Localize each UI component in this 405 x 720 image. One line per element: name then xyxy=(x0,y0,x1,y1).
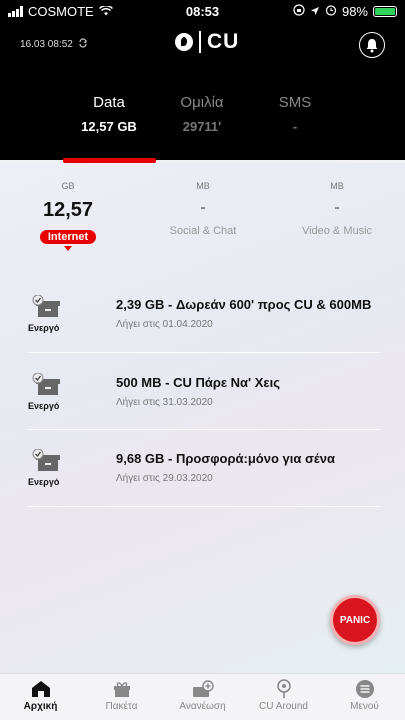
battery-icon xyxy=(373,6,397,17)
brand-logo: CU xyxy=(175,30,239,54)
offer-title: 9,68 GB - Προσφορά:μόνο για σένα xyxy=(116,451,335,466)
category-internet[interactable]: GB 12,57 Internet xyxy=(8,181,128,251)
logo-text: CU xyxy=(207,30,240,53)
usage-tabs: Data 12,57 GB Ομιλία 29711' SMS - xyxy=(0,94,405,144)
location-arrow-icon xyxy=(310,4,320,19)
tab-label: Data xyxy=(93,94,125,111)
tab-value: 12,57 GB xyxy=(81,119,137,134)
nav-item-home[interactable]: Αρχική xyxy=(0,678,81,712)
notifications-button[interactable] xyxy=(359,32,385,58)
timestamp-text: 16.03 08:52 xyxy=(20,39,73,50)
category-unit: MB xyxy=(330,181,344,191)
category-value: - xyxy=(334,199,340,216)
tab-label: SMS xyxy=(278,94,312,111)
tab-label: Ομιλία xyxy=(180,94,224,111)
offer-expiry: Λήγει στις 29.03.2020 xyxy=(116,473,213,484)
last-update: 16.03 08:52 xyxy=(20,38,88,51)
home-icon xyxy=(0,678,81,700)
category-name: Video & Music xyxy=(301,225,373,237)
category-unit: MB xyxy=(196,181,210,191)
bell-icon xyxy=(366,38,378,52)
gift-icon xyxy=(81,678,162,700)
panic-button[interactable]: PANIC xyxy=(330,595,380,645)
tab-data[interactable]: Data 12,57 GB xyxy=(59,94,159,134)
alarm-icon xyxy=(325,4,337,19)
nav-item-cu-around[interactable]: CU Around xyxy=(243,678,324,712)
package-check-icon xyxy=(32,448,62,478)
battery-percent: 98% xyxy=(341,4,368,19)
menu-icon xyxy=(324,678,405,700)
offer-status: Ενεργό xyxy=(28,401,60,411)
category-social-chat[interactable]: MB - Social & Chat xyxy=(143,181,263,239)
offer-expiry: Λήγει στις 31.03.2020 xyxy=(116,397,213,408)
location-icon xyxy=(243,678,324,700)
nav-label: CU Around xyxy=(259,701,308,712)
offer-status: Ενεργό xyxy=(28,323,60,333)
renew-icon xyxy=(162,678,243,700)
category-name: Internet xyxy=(39,230,97,251)
category-value: 12,57 xyxy=(42,199,94,221)
offer-item[interactable]: Ενεργό 9,68 GB - Προσφορά:μόνο για σένα … xyxy=(28,441,380,509)
offer-item[interactable]: Ενεργό 500 MB - CU Πάρε Να' Χεις Λήγει σ… xyxy=(28,365,380,433)
tab-sms[interactable]: SMS - xyxy=(245,94,345,134)
divider xyxy=(28,506,380,507)
package-check-icon xyxy=(32,294,62,324)
tab-voice[interactable]: Ομιλία 29711' xyxy=(152,94,252,134)
divider xyxy=(28,352,380,353)
divider xyxy=(28,429,380,430)
nav-label: Μενού xyxy=(350,701,379,712)
category-video-music[interactable]: MB - Video & Music xyxy=(277,181,397,239)
offer-status: Ενεργό xyxy=(28,477,60,487)
tab-value: 29711' xyxy=(182,119,222,134)
nav-label: Ανανέωση xyxy=(179,701,226,712)
vodafone-logo-icon xyxy=(175,33,193,51)
offer-item[interactable]: Ενεργό 2,39 GB - Δωρεάν 600' προς CU & 6… xyxy=(28,287,380,355)
nav-item-packages[interactable]: Πακέτα xyxy=(81,678,162,712)
refresh-icon[interactable] xyxy=(78,38,88,51)
lock-rotation-icon xyxy=(293,4,305,19)
nav-label: Πακέτα xyxy=(105,701,138,712)
bottom-nav: Αρχική Πακέτα Ανανέωση CU Around Μενού xyxy=(0,673,405,720)
tab-value: - xyxy=(292,119,298,134)
nav-item-renew[interactable]: Ανανέωση xyxy=(162,678,243,712)
top-header: COSMOTE 08:53 98% 16.03 08:52 CU Data 12… xyxy=(0,0,405,160)
offer-title: 2,39 GB - Δωρεάν 600' προς CU & 600MB xyxy=(116,297,372,312)
nav-label: Αρχική xyxy=(23,701,58,712)
logo-separator xyxy=(199,31,201,53)
offer-expiry: Λήγει στις 01.04.2020 xyxy=(116,319,213,330)
package-check-icon xyxy=(32,372,62,402)
category-unit: GB xyxy=(61,181,75,191)
category-value: - xyxy=(200,199,206,216)
category-name: Social & Chat xyxy=(169,225,237,237)
nav-item-menu[interactable]: Μενού xyxy=(324,678,405,712)
status-bar: COSMOTE 08:53 98% xyxy=(0,0,405,22)
offer-title: 500 MB - CU Πάρε Να' Χεις xyxy=(116,375,280,390)
